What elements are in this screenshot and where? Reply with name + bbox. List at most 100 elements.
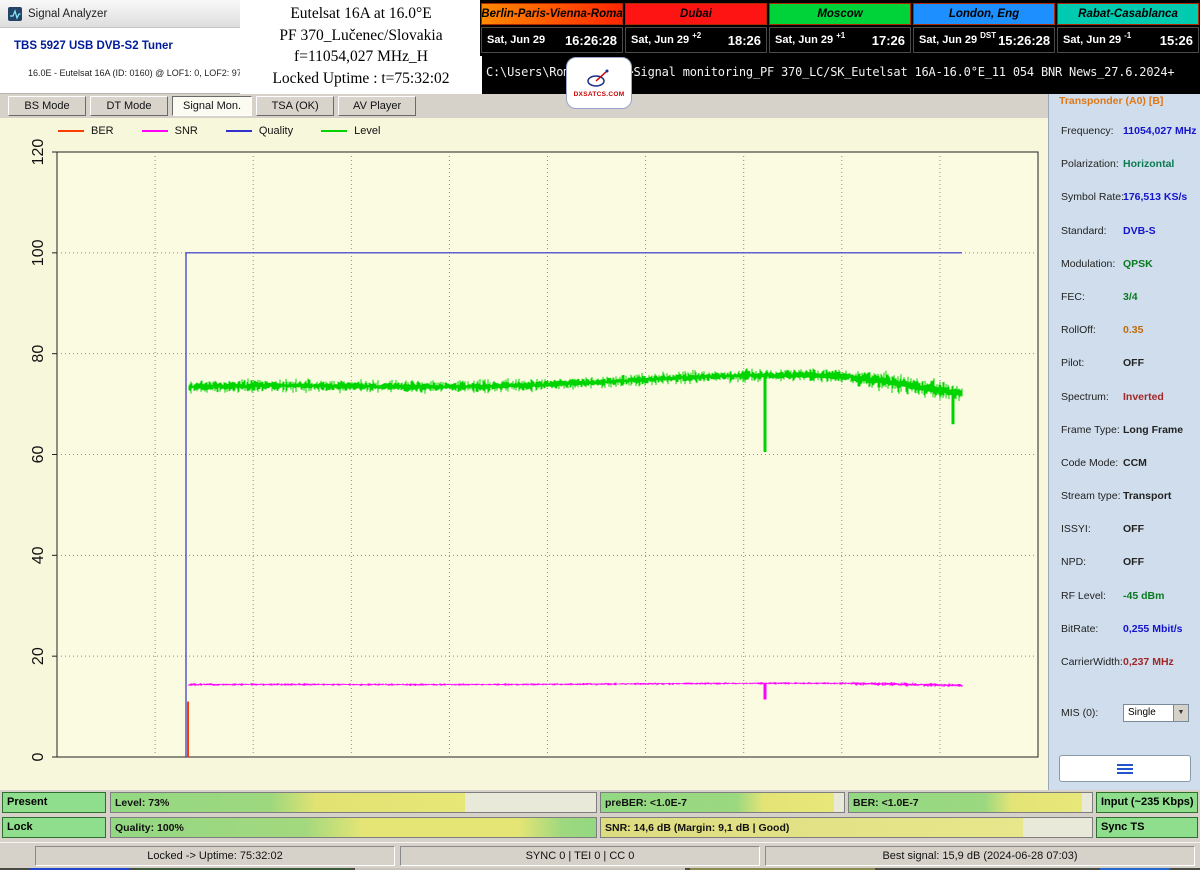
- clock-date: Sat, Jun 29: [775, 34, 833, 46]
- sidebar-footer-button[interactable]: [1059, 755, 1191, 782]
- transponder-row-value: Horizontal: [1123, 158, 1174, 170]
- window-title: Signal Analyzer: [28, 8, 107, 20]
- level-bar-label: Level: 73%: [115, 794, 169, 812]
- transponder-row: CarrierWidth:0,237 MHz: [1049, 649, 1200, 682]
- window-titlebar[interactable]: Signal Analyzer: [0, 0, 242, 28]
- clock-utc-offset: +2: [692, 31, 701, 40]
- transponder-row-value: 0,255 Mbit/s: [1123, 623, 1183, 635]
- clock-moscow: Moscow Sat, Jun 29 +1 17:26: [768, 0, 912, 56]
- clock-city-label: Moscow: [769, 3, 911, 25]
- transponder-row: Symbol Rate:176,513 KS/s: [1049, 184, 1200, 217]
- lock-indicator: Lock: [2, 817, 106, 838]
- transponder-row: Pilot: OFF: [1049, 350, 1200, 383]
- transponder-row-label: BitRate:: [1061, 623, 1098, 635]
- transponder-rows: Frequency:11054,027 MHz Polarization: Hori…: [1049, 118, 1200, 682]
- transponder-row-label: ISSYI:: [1061, 523, 1091, 535]
- clock-time: Sat, Jun 29 16:26:28: [481, 27, 623, 53]
- snr-bar: SNR: 14,6 dB (Margin: 9,1 dB | Good): [600, 817, 1093, 838]
- clock-time: Sat, Jun 29 +2 18:26: [625, 27, 767, 53]
- sync-counters-cell: SYNC 0 | TEI 0 | CC 0: [400, 846, 760, 866]
- overlay-uptime: Locked Uptime : t=75:32:02: [240, 68, 482, 90]
- chart-legend: BERSNRQualityLevel: [58, 122, 380, 140]
- signal-chart-panel: BERSNRQualityLevel 020406080100120: [0, 118, 1048, 790]
- transponder-row-label: Pilot:: [1061, 357, 1084, 369]
- signal-chart: 020406080100120: [0, 118, 1048, 790]
- satellite-dish-icon: [585, 68, 613, 90]
- status-bar: Locked -> Uptime: 75:32:02 SYNC 0 | TEI …: [0, 842, 1200, 868]
- legend-line: [321, 130, 347, 132]
- clock-hms: 18:26: [728, 33, 761, 48]
- chevron-down-icon[interactable]: ▼: [1173, 705, 1188, 721]
- transponder-header: Transponder (A0) [B]: [1059, 95, 1163, 107]
- svg-text:0: 0: [30, 752, 47, 761]
- transponder-row-label: Polarization:: [1061, 158, 1119, 170]
- input-indicator: Input (~235 Kbps): [1096, 792, 1198, 813]
- world-clocks: Berlin-Paris-Vienna-Roma Sat, Jun 29 16:…: [480, 0, 1200, 56]
- preber-bar: preBER: <1.0E-7: [600, 792, 845, 813]
- transponder-row-value: DVB-S: [1123, 225, 1156, 237]
- legend-label: SNR: [175, 125, 198, 137]
- transponder-row-value: OFF: [1123, 556, 1144, 568]
- svg-text:80: 80: [30, 345, 47, 363]
- preber-bar-label: preBER: <1.0E-7: [605, 794, 687, 812]
- transponder-row: Spectrum: Inverted: [1049, 384, 1200, 417]
- quality-bar: Quality: 100%: [110, 817, 597, 838]
- clock-city-label: Rabat-Casablanca: [1057, 3, 1199, 25]
- transponder-row: FEC: 3/4: [1049, 284, 1200, 317]
- legend-item-snr: SNR: [142, 125, 198, 137]
- transponder-row-value: CCM: [1123, 457, 1147, 469]
- svg-text:120: 120: [30, 139, 47, 166]
- info-overlay: Eutelsat 16A at 16.0°E PF 370_Lučenec/Sl…: [240, 0, 482, 94]
- transponder-row-value: Long Frame: [1123, 424, 1183, 436]
- tab-av-player[interactable]: AV Player: [338, 96, 416, 116]
- clock-hms: 17:26: [872, 33, 905, 48]
- transponder-row: Code Mode: CCM: [1049, 450, 1200, 483]
- transponder-row-label: Spectrum:: [1061, 391, 1109, 403]
- tab-tsa[interactable]: TSA (OK): [256, 96, 334, 116]
- signal-analyzer-icon: [8, 7, 22, 21]
- mis-label: MIS (0):: [1061, 707, 1098, 719]
- transponder-row: NPD: OFF: [1049, 549, 1200, 582]
- tab-bs-mode[interactable]: BS Mode: [8, 96, 86, 116]
- legend-item-quality: Quality: [226, 125, 293, 137]
- transponder-row: RollOff: 0.35: [1049, 317, 1200, 350]
- transponder-row-label: FEC:: [1061, 291, 1085, 303]
- legend-item-ber: BER: [58, 125, 114, 137]
- clock-city-label: Berlin-Paris-Vienna-Roma: [481, 3, 623, 25]
- transponder-row-value: -45 dBm: [1123, 590, 1164, 602]
- transponder-row: Frequency:11054,027 MHz: [1049, 118, 1200, 151]
- clock-time: Sat, Jun 29 DST 15:26:28: [913, 27, 1055, 53]
- legend-line: [226, 130, 252, 132]
- transponder-row-value: OFF: [1123, 523, 1144, 535]
- transponder-row: Stream type:Transport: [1049, 483, 1200, 516]
- clock-rabat-casablanca: Rabat-Casablanca Sat, Jun 29 -1 15:26: [1056, 0, 1200, 56]
- transponder-row-label: Standard:: [1061, 225, 1107, 237]
- svg-text:100: 100: [30, 239, 47, 266]
- transponder-row: ISSYI: OFF: [1049, 516, 1200, 549]
- transponder-row-value: QPSK: [1123, 258, 1153, 270]
- transponder-row-value: OFF: [1123, 357, 1144, 369]
- tab-dt-mode[interactable]: DT Mode: [90, 96, 168, 116]
- transponder-row: BitRate: 0,255 Mbit/s: [1049, 616, 1200, 649]
- tab-signal-mon[interactable]: Signal Mon.: [172, 96, 252, 116]
- clock-time: Sat, Jun 29 +1 17:26: [769, 27, 911, 53]
- transponder-row-label: RollOff:: [1061, 324, 1096, 336]
- ber-bar: BER: <1.0E-7: [848, 792, 1093, 813]
- clock-utc-offset: DST: [980, 31, 996, 40]
- transponder-row-label: NPD:: [1061, 556, 1086, 568]
- transponder-row-value: 3/4: [1123, 291, 1138, 303]
- clock-time: Sat, Jun 29 -1 15:26: [1057, 27, 1199, 53]
- transponder-row-value: 0,237 MHz: [1123, 656, 1174, 668]
- transponder-row-value: 176,513 KS/s: [1123, 191, 1187, 203]
- clock-dubai: Dubai Sat, Jun 29 +2 18:26: [624, 0, 768, 56]
- transponder-row: Modulation:QPSK: [1049, 251, 1200, 284]
- clock-berlin-paris-vienna-roma: Berlin-Paris-Vienna-Roma Sat, Jun 29 16:…: [480, 0, 624, 56]
- transponder-row-label: Code Mode:: [1061, 457, 1118, 469]
- transponder-row-value: Inverted: [1123, 391, 1164, 403]
- clock-date: Sat, Jun 29: [487, 34, 545, 46]
- svg-text:60: 60: [30, 446, 47, 464]
- clock-london: London, Eng Sat, Jun 29 DST 15:26:28: [912, 0, 1056, 56]
- mis-dropdown[interactable]: Single ▼: [1123, 704, 1189, 722]
- transponder-row-value: 0.35: [1123, 324, 1143, 336]
- clock-city-label: London, Eng: [913, 3, 1055, 25]
